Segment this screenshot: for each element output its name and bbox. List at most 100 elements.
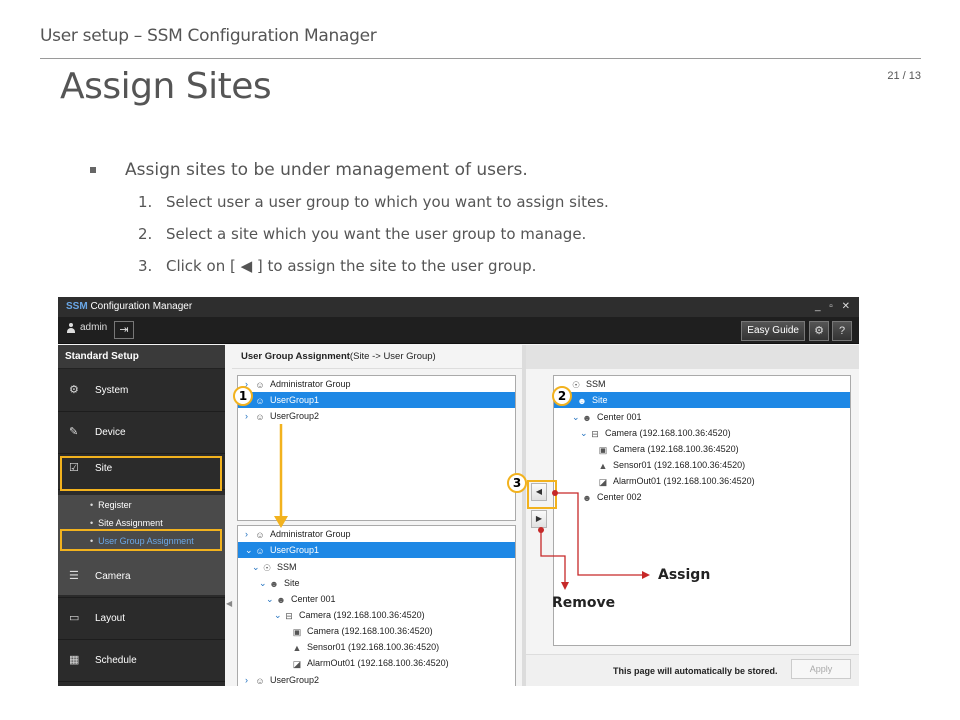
tree-row-selected[interactable]: ☺ UserGroup1	[238, 392, 515, 408]
tree-row[interactable]: ☻ Center 002	[554, 489, 850, 505]
device-icon: ✎	[69, 426, 79, 438]
sidebar: Standard Setup ⚙ System ✎ Device ☑ Site …	[58, 345, 225, 686]
tree-row[interactable]: ⌄ ⊟ Camera (192.168.100.36:4520)	[238, 607, 515, 623]
easy-guide-button[interactable]: Easy Guide	[741, 321, 805, 341]
tree-row[interactable]: ⌄ ☻ Center 001	[238, 591, 515, 607]
top-toolbar: admin ⇥ Easy Guide ⚙ ?	[58, 317, 859, 344]
collapse-icon[interactable]: ⌄	[252, 559, 261, 575]
camera-icon: ▣	[598, 445, 608, 455]
bullet-text: Assign sites to be under management of u…	[125, 160, 528, 180]
user-icon	[66, 322, 76, 333]
site-icon: ☻	[269, 579, 279, 589]
sensor-icon: ▲	[598, 461, 608, 471]
page-number: 21 / 13	[887, 70, 921, 82]
recorder-icon: ⊟	[591, 429, 599, 439]
step-item: 1. Select user a user group to which you …	[138, 193, 609, 211]
tree-row[interactable]: ▲ Sensor01 (192.168.100.36:4520)	[554, 457, 850, 473]
step-list: 1. Select user a user group to which you …	[138, 193, 609, 289]
auto-store-notice: This page will automatically be stored.	[613, 666, 778, 676]
highlight-user-group-assignment	[60, 529, 222, 551]
center-icon: ☻	[582, 413, 592, 423]
logout-button[interactable]: ⇥	[114, 321, 134, 339]
tree-row[interactable]: ⌄ ☉ SSM	[238, 559, 515, 575]
assigned-sites-tree: › ☺ Administrator Group ⌄ ☺ UserGroup1 ⌄ ☉ SSM…	[237, 525, 516, 686]
tree-row[interactable]: ⌄ ☻ Site	[238, 575, 515, 591]
collapse-icon[interactable]: ⌄	[266, 591, 275, 607]
camera-icon: ▣	[292, 627, 302, 637]
tree-row[interactable]: › ☺ Administrator Group	[238, 526, 515, 542]
submenu-register[interactable]: Register	[90, 500, 132, 510]
site-icon: ☻	[577, 396, 587, 406]
tree-row[interactable]: ▲ Sensor01 (192.168.100.36:4520)	[238, 639, 515, 655]
right-panel-header	[526, 345, 859, 369]
sidebar-item-camera[interactable]: ☰ Camera	[58, 556, 225, 598]
sensor-icon: ▲	[292, 643, 302, 653]
user-group-icon: ☺	[255, 396, 265, 406]
collapse-icon[interactable]: ⌄	[274, 607, 283, 623]
collapse-icon[interactable]: ⌄	[580, 425, 589, 441]
apply-button[interactable]: Apply	[791, 659, 851, 679]
help-button[interactable]: ?	[832, 321, 852, 341]
sidebar-item-layout[interactable]: ▭ Layout	[58, 598, 225, 640]
tree-row[interactable]: › ☺ UserGroup2	[238, 408, 515, 424]
remove-label: Remove	[552, 595, 616, 611]
tree-row[interactable]: ▣ Camera (192.168.100.36:4520)	[554, 441, 850, 457]
highlight-site-menu	[60, 456, 222, 491]
instructions: Assign sites to be under management of u…	[90, 160, 609, 289]
user-group-tree: › ☺ Administrator Group ☺ UserGroup1 › ☺ User…	[237, 375, 516, 521]
step-item: 2. Select a site which you want the user …	[138, 225, 587, 243]
tree-row[interactable]: ☉ SSM	[554, 376, 850, 392]
assign-label: Assign	[658, 567, 711, 583]
schedule-icon: ▦	[69, 654, 80, 666]
step-1-badge: 1	[233, 386, 253, 406]
tree-row[interactable]: › ☺ Administrator Group	[238, 376, 515, 392]
tree-row[interactable]: ◪ AlarmOut01 (192.168.100.36:4520)	[554, 473, 850, 489]
location-pin-icon: ☉	[571, 380, 581, 390]
tree-row-selected[interactable]: ⌄ ☺ UserGroup1	[238, 542, 515, 558]
slide-title: Assign Sites	[60, 66, 272, 107]
app-brand: SSM	[66, 301, 88, 312]
system-icon: ⚙	[69, 384, 79, 396]
current-user: admin	[66, 322, 107, 333]
panel-divider[interactable]	[522, 345, 526, 686]
user-group-icon: ☺	[255, 546, 265, 556]
tree-row[interactable]: ◪ AlarmOut01 (192.168.100.36:4520)	[238, 655, 515, 671]
window-controls[interactable]: _ ▫ ✕	[815, 297, 853, 317]
location-pin-icon: ☉	[262, 563, 272, 573]
window-titlebar: SSM Configuration Manager _ ▫ ✕	[58, 297, 859, 317]
sidebar-collapse-icon[interactable]: ◀	[226, 599, 232, 608]
user-group-icon: ☺	[255, 530, 265, 540]
center-icon: ☻	[582, 493, 592, 503]
submenu-site-assignment[interactable]: Site Assignment	[90, 518, 163, 528]
collapse-icon[interactable]: ⌄	[259, 575, 268, 591]
center-icon: ☻	[276, 595, 286, 605]
layout-icon: ▭	[69, 612, 80, 624]
user-group-icon: ☺	[255, 412, 265, 422]
tree-row-selected[interactable]: ☻ Site	[554, 392, 850, 408]
app-title: Configuration Manager	[87, 301, 193, 312]
settings-gear-icon[interactable]: ⚙	[809, 321, 829, 341]
content-heading: User Group Assignment(Site -> User Group…	[232, 345, 522, 369]
app-window: SSM Configuration Manager _ ▫ ✕ admin ⇥ …	[58, 297, 859, 686]
tree-row[interactable]: ⌄ ⊟ Camera (192.168.100.36:4520)	[554, 425, 850, 441]
collapse-icon[interactable]: ⌄	[572, 409, 581, 425]
sidebar-item-system[interactable]: ⚙ System	[58, 370, 225, 412]
user-group-icon: ☺	[255, 380, 265, 390]
user-group-icon: ☺	[255, 676, 265, 686]
square-bullet-icon	[90, 167, 96, 173]
user-name: admin	[80, 322, 108, 333]
remove-button[interactable]: ▶	[531, 510, 547, 528]
expand-icon[interactable]: ›	[245, 526, 254, 542]
tree-row[interactable]: › ☺ UserGroup2	[238, 672, 515, 686]
step-item: 3. Click on [ ◀ ] to assign the site to t…	[138, 257, 537, 275]
tree-row[interactable]: ▣ Camera (192.168.100.36:4520)	[238, 623, 515, 639]
assign-button[interactable]: ◀	[531, 483, 547, 501]
expand-icon[interactable]: ›	[245, 408, 254, 424]
collapse-icon[interactable]: ⌄	[245, 542, 254, 558]
tree-row[interactable]: ⌄ ☻ Center 001	[554, 409, 850, 425]
step-3-badge: 3	[507, 473, 527, 493]
slide-header: User setup – SSM Configuration Manager	[40, 26, 377, 46]
sidebar-item-schedule[interactable]: ▦ Schedule	[58, 640, 225, 682]
expand-icon[interactable]: ›	[245, 672, 254, 686]
alarm-out-icon: ◪	[598, 477, 608, 487]
